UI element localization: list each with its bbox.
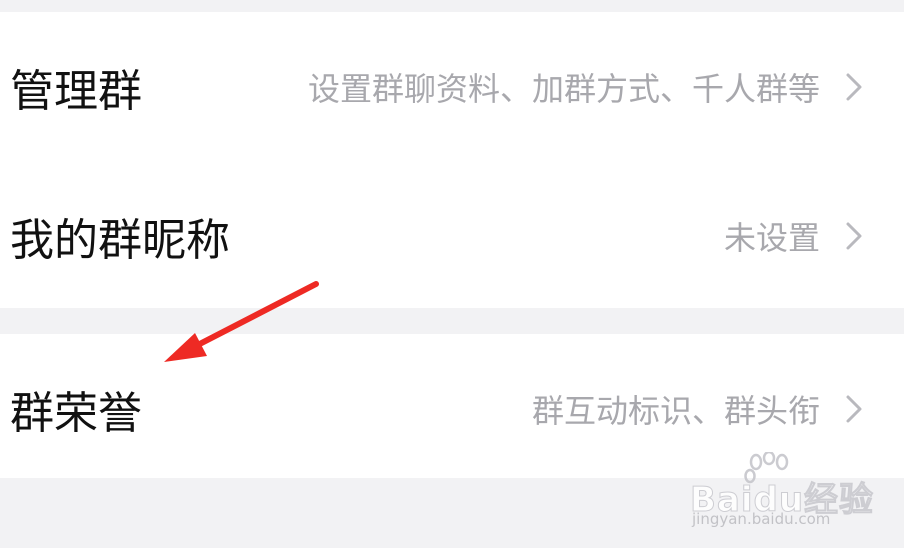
chevron-right-icon xyxy=(846,395,862,423)
settings-group-1: 管理群 设置群聊资料、加群方式、千人群等 我的群昵称 未设置 xyxy=(0,12,904,308)
top-spacer xyxy=(0,0,904,12)
watermark-url-text: jingyan.baidu.com xyxy=(692,510,831,528)
row-manage-group-value: 设置群聊资料、加群方式、千人群等 xyxy=(307,70,820,108)
row-manage-group[interactable]: 管理群 设置群聊资料、加群方式、千人群等 xyxy=(0,22,904,152)
row-my-nickname-value: 未设置 xyxy=(723,219,820,257)
row-my-nickname[interactable]: 我的群昵称 未设置 xyxy=(0,171,904,301)
baidu-jingyan-watermark: Baidu经验 jingyan.baidu.com xyxy=(689,452,890,532)
row-group-honor-value: 群互动标识、群头衔 xyxy=(531,392,820,430)
chevron-right-icon xyxy=(846,222,862,250)
row-manage-group-label: 管理群 xyxy=(10,66,142,117)
chevron-right-icon xyxy=(846,73,862,101)
row-my-nickname-label: 我的群昵称 xyxy=(10,215,230,266)
row-group-honor-label: 群荣誉 xyxy=(10,388,142,439)
